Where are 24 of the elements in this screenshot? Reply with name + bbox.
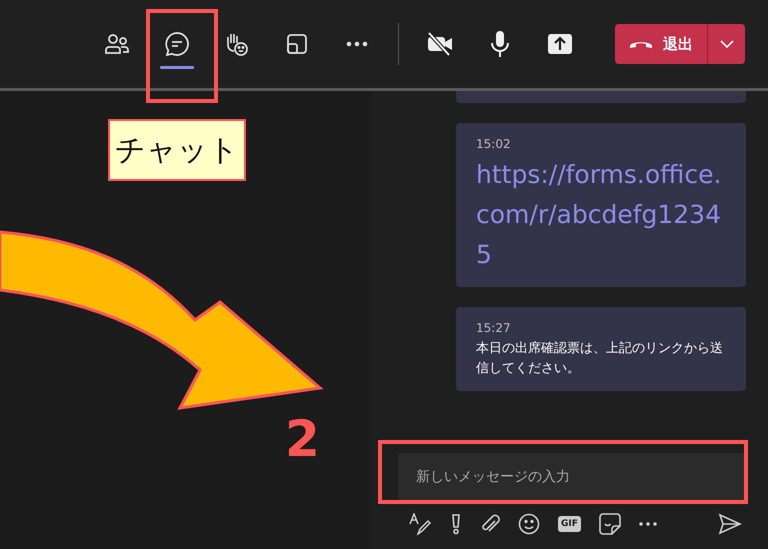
gif-button[interactable]: GIF — [558, 516, 581, 532]
window-icon — [285, 32, 309, 56]
more-icon — [346, 41, 368, 47]
hand-smile-icon — [224, 31, 250, 57]
people-icon — [104, 32, 130, 56]
more-icon[interactable] — [638, 522, 657, 526]
step-number: 2 — [285, 410, 320, 468]
emoji-icon[interactable] — [518, 513, 540, 535]
camera-off-icon — [426, 32, 454, 56]
chat-icon — [164, 31, 190, 57]
message-time: 15:02 — [476, 137, 512, 151]
message-input-field[interactable]: 新しいメッセージの入力 — [398, 453, 746, 501]
exclamation-icon[interactable] — [450, 513, 462, 535]
message-text: 本日の出席確認票は、上記のリンクから送信してください。 — [476, 340, 724, 378]
callout-label: チャット — [108, 119, 246, 181]
selected-underline — [160, 66, 194, 69]
microphone-icon — [490, 30, 510, 58]
send-icon[interactable] — [718, 513, 742, 535]
sticker-icon[interactable] — [598, 513, 621, 535]
message-link[interactable]: https://forms.office.com/r/abcdefg12345 — [476, 155, 726, 275]
share-screen-icon — [547, 33, 573, 55]
format-icon[interactable] — [408, 513, 432, 535]
message-time: 15:27 — [476, 321, 512, 335]
chevron-down-icon — [720, 40, 734, 48]
